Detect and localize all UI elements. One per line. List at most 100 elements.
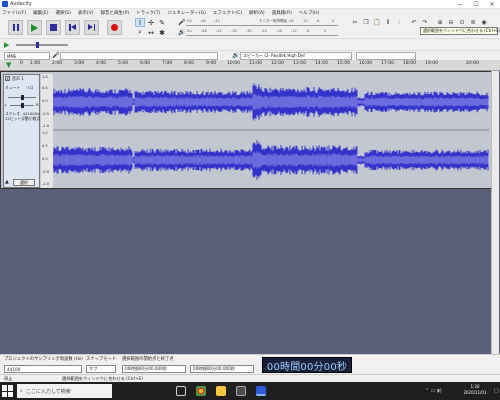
gain-slider-thumb[interactable] (21, 95, 24, 100)
zoom-tool-icon[interactable]: ⌕ (135, 28, 145, 37)
track-control-panel: x 音声 1 ミュート ソロ L R ステレオ, 44100Hz 32ビット浮動… (3, 74, 40, 188)
pause-button[interactable] (8, 20, 23, 35)
vertical-scrollbar[interactable] (491, 71, 499, 355)
menu-effect[interactable]: エフェクト(C) (213, 10, 242, 16)
recording-channels-select[interactable] (356, 52, 416, 60)
record-button[interactable] (107, 20, 122, 35)
scale-label: 0.0 (42, 99, 48, 103)
tools-toolbar: I ✢ ✎ ⌕ ↔ ✱ (134, 18, 168, 38)
mute-button[interactable]: ミュート (5, 85, 20, 91)
copy-icon[interactable]: ❐ (361, 18, 371, 27)
taskbar-clock[interactable]: 1:30 2020/11/01 (458, 384, 492, 396)
draw-tool-icon[interactable]: ✎ (157, 18, 167, 27)
play-speed-thumb[interactable] (36, 42, 39, 48)
record-meter[interactable]: 🎤 -54 -48 -42 モニター取得開始 -18 -12 -6 0 (178, 19, 338, 26)
windows-start-icon[interactable] (2, 385, 14, 397)
project-rate-select[interactable]: 44100 (4, 365, 82, 373)
menu-tools[interactable]: 道具箱(R) (272, 10, 292, 16)
playback-device-select[interactable]: スピーカー (2- Realtek High Def (240, 52, 352, 60)
track-select-button[interactable]: 選択 (13, 179, 35, 186)
audio-position-display[interactable]: 00時間00分00秒 (262, 357, 352, 373)
file-explorer-icon[interactable] (216, 386, 226, 396)
ruler-tick: 2:00 (52, 61, 63, 66)
audio-track[interactable]: x 音声 1 ミュート ソロ L R ステレオ, 44100Hz 32ビット浮動… (0, 71, 495, 189)
playback-meter[interactable]: 🔊 -54 -48 -42 -36 -30 -24 -18 -12 -6 0 (178, 29, 338, 36)
multi-tool-icon[interactable]: ✱ (157, 28, 167, 37)
menu-bar: ファイル(F) 編集(E) 選択(S) 表示(V) 録音と再生(P) トラック(… (0, 9, 500, 17)
menu-view[interactable]: 表示(V) (78, 10, 94, 16)
play-speed-slider[interactable] (16, 42, 68, 48)
silence-icon[interactable]: ⫶ (394, 18, 404, 27)
monitor-start-message[interactable]: モニター取得開始 (258, 19, 288, 24)
selection-tool-icon[interactable]: I (135, 18, 145, 27)
menu-file[interactable]: ファイル(F) (2, 10, 26, 16)
selection-start-field[interactable]: 00時間00分00.000秒 (122, 365, 186, 373)
skip-to-start-button[interactable] (65, 20, 80, 35)
waveform-svg (52, 83, 489, 180)
zoom-in-icon[interactable]: ⊕ (435, 18, 445, 27)
chrome-icon[interactable] (196, 386, 206, 396)
selection-end-field[interactable]: 00時間00分00.000秒 (190, 365, 254, 373)
skip-to-end-icon (88, 24, 95, 31)
menu-analyze[interactable]: 解析(A) (249, 10, 265, 16)
collapse-track-icon[interactable]: ▲ (5, 179, 9, 185)
menu-generate[interactable]: ジェネレーター(G) (167, 10, 206, 16)
playback-meter-tick: -30 (246, 29, 252, 33)
undo-icon[interactable]: ↶ (409, 18, 419, 27)
play-icon (31, 23, 38, 32)
stop-icon (50, 24, 57, 31)
pan-slider-thumb[interactable] (21, 103, 24, 108)
record-meter-tick: -6 (316, 19, 320, 23)
play-button[interactable] (27, 20, 42, 35)
audio-host-select[interactable]: MME (4, 52, 50, 60)
task-view-icon[interactable] (176, 386, 186, 396)
fit-selection-icon[interactable]: ⊙ (457, 18, 467, 27)
menu-tracks[interactable]: トラック(T) (136, 10, 160, 16)
paste-icon[interactable]: 📋 (372, 18, 382, 27)
track-close-button[interactable]: x (5, 76, 10, 81)
system-tray-icons[interactable]: ⌃ ▭ ◗) (425, 388, 442, 394)
stop-button[interactable] (46, 20, 61, 35)
audacity-taskbar-icon[interactable] (256, 386, 266, 396)
close-button[interactable]: ✕ (484, 0, 500, 9)
ruler-tick: 16:00 (359, 61, 372, 66)
maximize-button[interactable]: ☐ (468, 0, 484, 9)
menu-help[interactable]: ヘルプ(H) (299, 10, 319, 16)
audacity-logo-icon (2, 1, 8, 7)
menu-transport[interactable]: 録音と再生(P) (100, 10, 129, 16)
recording-device-select[interactable] (60, 52, 218, 60)
redo-icon[interactable]: ↷ (420, 18, 430, 27)
zoom-out-icon[interactable]: ⊖ (446, 18, 456, 27)
timeline-options-icon[interactable]: ▼ (6, 61, 11, 69)
cut-icon[interactable]: ✂ (350, 18, 360, 27)
menu-select[interactable]: 選択(S) (55, 10, 70, 16)
solo-button[interactable]: ソロ (26, 85, 34, 91)
playback-meter-tick: -42 (216, 29, 222, 33)
record-meter-scale: -54 -48 -42 モニター取得開始 -18 -12 -6 0 (186, 19, 338, 26)
zoom-toggle-icon[interactable]: ◉ (479, 18, 489, 27)
fit-project-icon[interactable]: ⊚ (468, 18, 478, 27)
skip-to-end-button[interactable] (84, 20, 99, 35)
trim-icon[interactable]: ⫴ (383, 18, 393, 27)
gain-slider[interactable] (8, 95, 36, 100)
store-icon[interactable] (236, 386, 246, 396)
minimize-button[interactable]: — (452, 0, 468, 9)
taskbar-search-box[interactable]: ⌕ ここに入力して検索 (17, 384, 112, 398)
device-toolbar: MME 🎤 🔊 スピーカー (2- Realtek High Def (0, 50, 500, 60)
selection-range-label: 選択範囲の開始点と終了点 (122, 357, 174, 362)
envelope-tool-icon[interactable]: ✢ (146, 18, 156, 27)
time-shift-tool-icon[interactable]: ↔ (146, 28, 156, 37)
ruler-tick: 6:00 (140, 61, 151, 66)
timeline-ruler[interactable]: ▼ 0 1:00 2:00 3:00 4:00 5:00 6:00 7:00 8… (0, 60, 500, 71)
track-name-menu[interactable]: 音声 1 (12, 76, 24, 82)
pan-right-label: R (36, 102, 39, 107)
ruler-tick: 7:00 (162, 61, 173, 66)
play-at-speed-icon[interactable]: ▶ (4, 41, 9, 49)
playback-meter-tick: -54 (186, 29, 192, 33)
project-rate-label: プロジェクトのサンプリング周波数 (Hz) (4, 357, 83, 362)
notification-icon[interactable]: ▢ (494, 388, 499, 394)
waveform-area[interactable] (52, 74, 489, 188)
snap-mode-select[interactable]: オフ (86, 365, 116, 373)
menu-edit[interactable]: 編集(E) (33, 10, 48, 16)
pan-slider[interactable] (10, 103, 34, 108)
